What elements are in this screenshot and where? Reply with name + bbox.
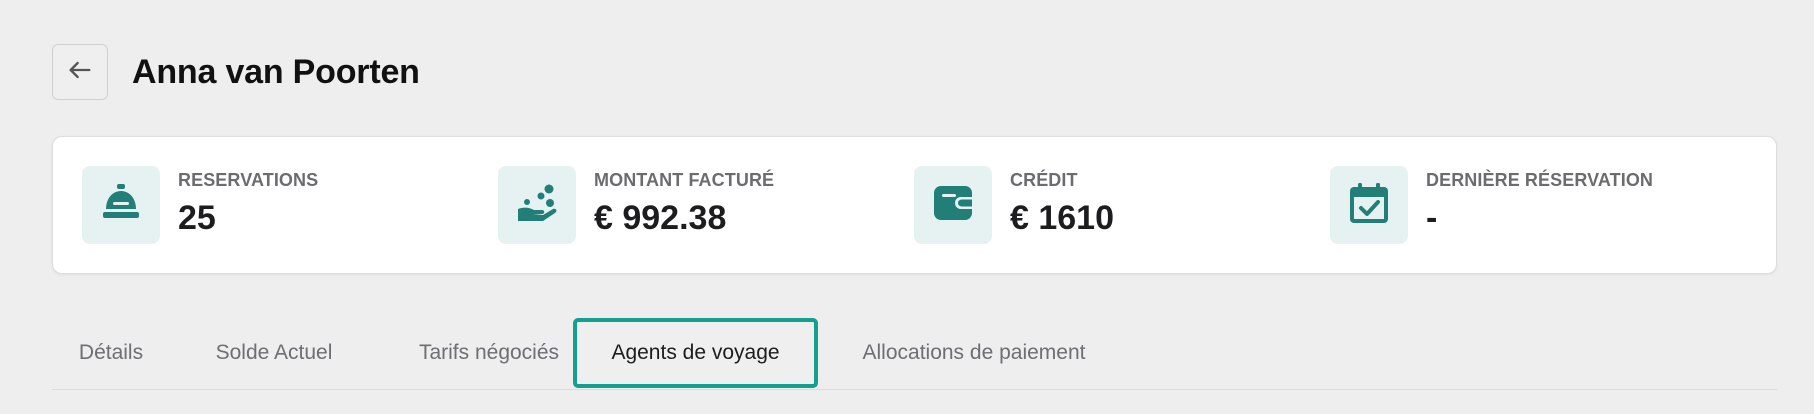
tab-negotiated-rates[interactable]: Tarifs négociés [394,318,584,388]
stat-value: € 1610 [1010,199,1114,237]
stat-icon-box [1330,166,1408,244]
stat-label: CRÉDIT [1010,170,1078,190]
stat-label: DERNIÈRE RÉSERVATION [1426,170,1654,190]
stat-icon-box [82,166,160,244]
stat-label: RESERVATIONS [178,170,319,190]
stat-value: € 992.38 [594,199,727,237]
back-button[interactable] [52,44,108,100]
service-bell-icon [99,181,143,230]
stat-icon-box [498,166,576,244]
stat-last-reservation: DERNIÈRE RÉSERVATION - [1330,166,1653,244]
tab-details[interactable]: Détails [79,318,143,388]
page-title: Anna van Poorten [132,52,420,91]
stat-icon-box [914,166,992,244]
hand-coins-icon [515,181,559,230]
tab-payment-allocations[interactable]: Allocations de paiement [845,318,1103,388]
arrow-left-icon [66,56,94,89]
stat-value: - [1426,199,1438,237]
stat-value: 25 [178,199,216,237]
tab-bar: Détails Solde Actuel Tarifs négociés Age… [52,318,1777,390]
tab-current-balance[interactable]: Solde Actuel [209,318,339,388]
wallet-icon [931,181,975,230]
tab-travel-agents[interactable]: Agents de voyage [573,318,818,388]
stat-label: MONTANT FACTURÉ [594,170,775,190]
calendar-check-icon [1347,181,1391,230]
page-header: Anna van Poorten [52,44,420,100]
stat-billed-amount: MONTANT FACTURÉ € 992.38 [498,166,774,244]
customer-detail-page: Anna van Poorten RESERVATIONS 25 MONTANT… [0,0,1814,414]
stat-reservations: RESERVATIONS 25 [82,166,318,244]
stats-card: RESERVATIONS 25 MONTANT FACTURÉ € 992.38… [52,136,1777,274]
stat-credit: CRÉDIT € 1610 [914,166,1114,244]
